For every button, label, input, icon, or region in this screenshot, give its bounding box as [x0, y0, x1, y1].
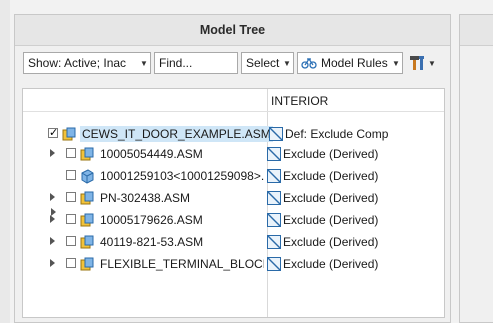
interior-value: Exclude (Derived) — [283, 191, 379, 205]
interior-cell: Exclude (Derived) — [267, 256, 378, 272]
adjacent-panel — [459, 14, 493, 323]
panel-title: Model Tree — [15, 15, 450, 46]
interior-value: Exclude (Derived) — [283, 213, 379, 227]
exclude-icon — [267, 235, 281, 249]
expand-arrow-icon[interactable] — [50, 215, 55, 223]
model-rules-icon — [301, 57, 317, 69]
include-checkbox[interactable] — [66, 214, 76, 224]
assembly-icon — [80, 147, 94, 161]
exclude-icon — [267, 147, 281, 161]
include-checkbox[interactable] — [66, 192, 76, 202]
interior-cell: Exclude (Derived) — [267, 168, 378, 184]
interior-value: Exclude (Derived) — [283, 235, 379, 249]
tree-row[interactable]: 10005179626.ASM Exclude (Derived) — [21, 209, 442, 231]
tree-item-label: FLEXIBLE_TERMINAL_BLOCK_ASM — [100, 257, 264, 271]
interior-cell: Exclude (Derived) — [267, 234, 378, 250]
exclude-icon — [267, 191, 281, 205]
chevron-down-icon: ▼ — [283, 58, 291, 68]
expand-arrow-icon[interactable] — [50, 237, 55, 245]
tree-item-label: PN-302438.ASM — [100, 191, 191, 205]
tree-row[interactable]: PN-302438.ASM Exclude (Derived) — [21, 187, 442, 209]
exclude-icon — [267, 257, 281, 271]
interior-value: Exclude (Derived) — [283, 169, 379, 183]
select-label: Select — [246, 56, 280, 70]
chevron-down-icon: ▼ — [140, 58, 148, 68]
tree-item-label: 10005179626.ASM — [100, 213, 203, 227]
include-checkbox[interactable] — [66, 236, 76, 246]
tools-menu-button[interactable]: ▼ — [406, 52, 442, 74]
find-placeholder: Find... — [159, 56, 193, 70]
find-input[interactable]: Find... — [154, 52, 238, 74]
model-rules-dropdown[interactable]: Model Rules ▼ — [297, 52, 403, 74]
interior-value: Exclude (Derived) — [283, 147, 379, 161]
tree-row[interactable]: FLEXIBLE_TERMINAL_BLOCK_ASM Exclude (Der… — [21, 253, 442, 275]
assembly-icon — [80, 257, 94, 271]
left-edge-strip — [0, 0, 10, 323]
part-icon — [81, 169, 94, 184]
expand-arrow-icon[interactable] — [50, 259, 55, 267]
assembly-icon — [80, 235, 94, 249]
exclude-icon — [267, 169, 281, 183]
tree-row[interactable]: 10005054449.ASM Exclude (Derived) — [21, 143, 442, 165]
expand-arrow-icon[interactable] — [50, 149, 55, 157]
show-filter-label: Show: Active; Inac — [28, 56, 127, 70]
tree-row[interactable]: 40119-821-53.ASM Exclude (Derived) — [21, 231, 442, 253]
interior-value: Exclude (Derived) — [283, 257, 379, 271]
tree-children: 10005054449.ASM Exclude (Derived) 100012… — [21, 87, 444, 317]
chevron-down-icon: ▼ — [392, 58, 400, 68]
include-checkbox[interactable] — [66, 170, 76, 180]
include-checkbox[interactable] — [66, 258, 76, 268]
tools-icon — [410, 56, 424, 70]
chevron-down-icon: ▼ — [428, 58, 436, 68]
interior-cell: Exclude (Derived) — [267, 190, 378, 206]
tree-item-label: 10001259103<10001259098>.PRT — [100, 169, 264, 183]
tree-item-label: 40119-821-53.ASM — [100, 235, 204, 249]
expand-arrow-icon[interactable] — [50, 193, 55, 201]
tree-item-label: 10005054449.ASM — [100, 147, 203, 161]
tree-row[interactable]: 10001259103<10001259098>.PRT Exclude (De… — [21, 165, 442, 187]
select-dropdown[interactable]: Select ▼ — [241, 52, 294, 74]
show-filter-dropdown[interactable]: Show: Active; Inac ▼ — [23, 52, 151, 74]
include-checkbox[interactable] — [66, 148, 76, 158]
adjacent-panel-header — [460, 15, 493, 46]
assembly-icon — [80, 191, 94, 205]
assembly-icon — [80, 213, 94, 227]
interior-cell: Exclude (Derived) — [267, 212, 378, 228]
exclude-icon — [267, 213, 281, 227]
interior-cell: Exclude (Derived) — [267, 146, 378, 162]
model-rules-label: Model Rules — [321, 56, 388, 70]
